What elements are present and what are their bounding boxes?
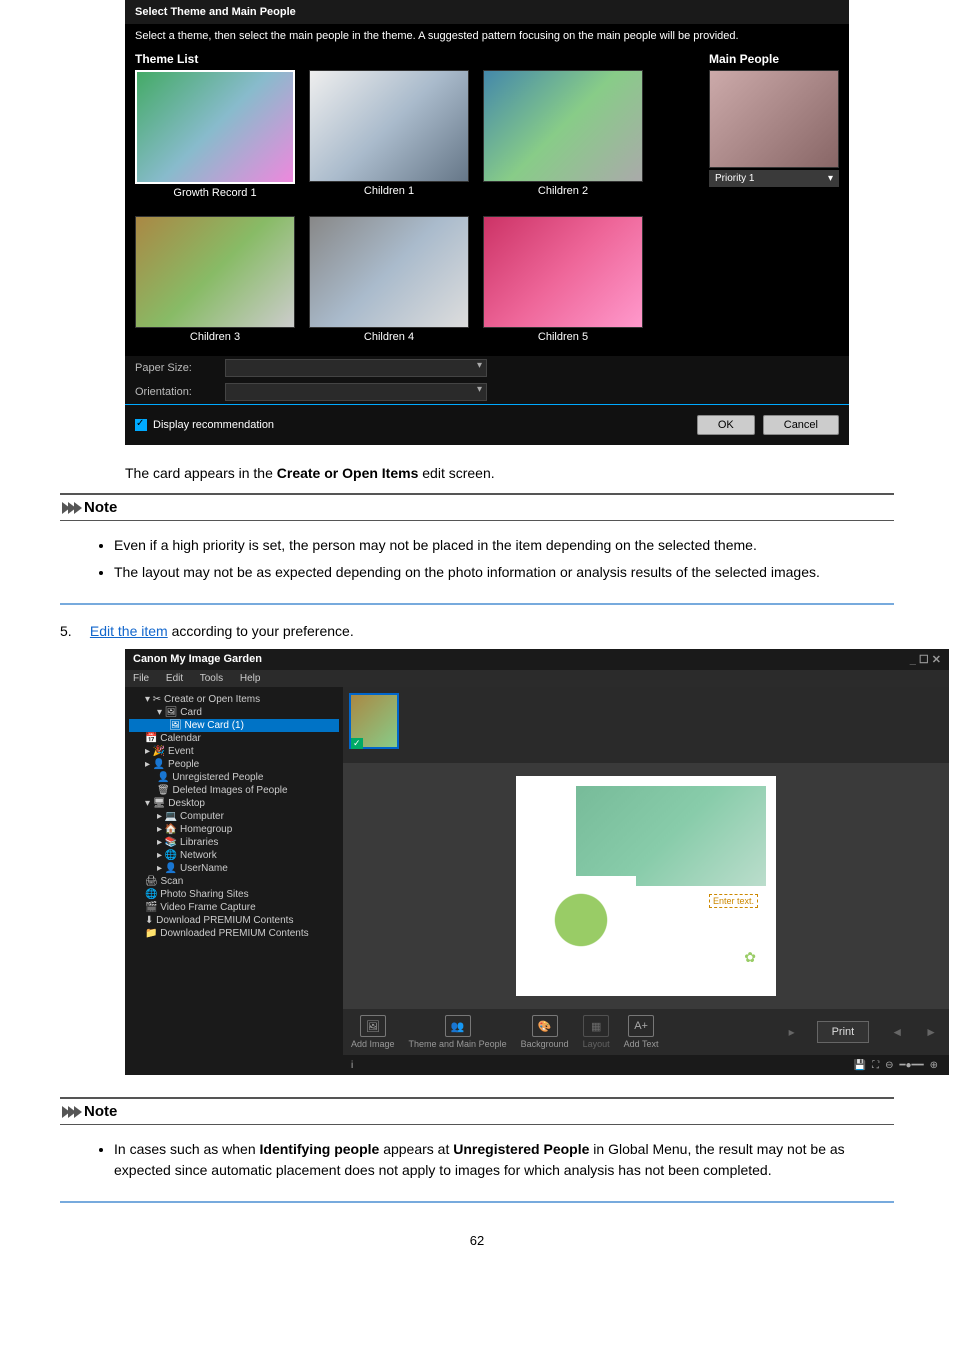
edit-item-link[interactable]: Edit the item bbox=[90, 623, 168, 639]
app-window: Canon My Image Garden _ ☐ ✕ File Edit Too… bbox=[125, 649, 949, 1075]
add-text-button[interactable]: A+Add Text bbox=[624, 1015, 659, 1049]
tree-deleted[interactable]: 🗑 Deleted Images of People bbox=[129, 784, 339, 797]
note-title: Note bbox=[84, 1103, 117, 1120]
tree-card[interactable]: ▾ 🖼 Card bbox=[129, 706, 339, 719]
nav-tree[interactable]: ▾ ✂ Create or Open Items ▾ 🖼 Card 🖼 New … bbox=[125, 687, 343, 1075]
tree-dledprem[interactable]: 📁 Downloaded PREMIUM Contents bbox=[129, 927, 339, 940]
main-people-photo bbox=[709, 70, 839, 168]
menu-tools[interactable]: Tools bbox=[200, 673, 223, 684]
info-icon[interactable]: i bbox=[351, 1060, 353, 1071]
add-image-button[interactable]: 🖼Add Image bbox=[351, 1015, 395, 1049]
window-controls[interactable]: _ ☐ ✕ bbox=[910, 653, 941, 666]
note-chevrons-icon bbox=[62, 502, 80, 514]
note-item: Even if a high priority is set, the pers… bbox=[114, 535, 884, 556]
theme-item[interactable]: Children 2 bbox=[483, 70, 643, 202]
theme-item[interactable]: Children 5 bbox=[483, 216, 643, 346]
tree-calendar[interactable]: 📅 Calendar bbox=[129, 732, 339, 745]
tree-libraries[interactable]: ▸ 📚 Libraries bbox=[129, 836, 339, 849]
priority-select[interactable]: Priority 1▾ bbox=[709, 170, 839, 187]
ok-button[interactable]: OK bbox=[697, 415, 755, 435]
next-icon[interactable]: ► bbox=[921, 1025, 941, 1039]
expand-icon[interactable]: ▸ bbox=[785, 1025, 799, 1039]
theme-dialog: Select Theme and Main People Select a th… bbox=[125, 0, 849, 445]
note-box: Note Even if a high priority is set, the… bbox=[60, 493, 894, 605]
note-box: Note In cases such as when Identifying p… bbox=[60, 1097, 894, 1203]
step-5: 5. Edit the item according to your prefe… bbox=[60, 623, 894, 639]
tree-event[interactable]: ▸ 🎉 Event bbox=[129, 745, 339, 758]
menu-bar[interactable]: File Edit Tools Help bbox=[125, 670, 949, 687]
enter-text-placeholder[interactable]: Enter text. bbox=[709, 894, 758, 908]
tree-scan[interactable]: 🖨 Scan bbox=[129, 875, 339, 888]
prev-icon[interactable]: ◄ bbox=[887, 1025, 907, 1039]
orientation-label: Orientation: bbox=[135, 386, 225, 398]
zoom-out-icon[interactable]: ⊖ bbox=[885, 1060, 893, 1071]
orientation-select[interactable] bbox=[225, 383, 487, 401]
note-item: The layout may not be as expected depend… bbox=[114, 562, 884, 583]
menu-edit[interactable]: Edit bbox=[166, 673, 183, 684]
tree-desktop[interactable]: ▾ 🖥 Desktop bbox=[129, 797, 339, 810]
theme-list-label: Theme List bbox=[135, 52, 699, 66]
menu-help[interactable]: Help bbox=[240, 673, 261, 684]
tree-new-card[interactable]: 🖼 New Card (1) bbox=[129, 719, 339, 732]
tree-video[interactable]: 🎬 Video Frame Capture bbox=[129, 901, 339, 914]
paper-size-label: Paper Size: bbox=[135, 362, 225, 374]
card-appears-text: The card appears in the Create or Open I… bbox=[125, 465, 894, 481]
decoration-icon: ✿ bbox=[744, 949, 756, 966]
zoom-in-icon[interactable]: ⊕ bbox=[930, 1060, 938, 1071]
save-icon[interactable]: 💾 bbox=[854, 1060, 866, 1071]
note-chevrons-icon bbox=[62, 1106, 80, 1118]
tree-dlprem[interactable]: ⬇ Download PREMIUM Contents bbox=[129, 914, 339, 927]
cancel-button[interactable]: Cancel bbox=[763, 415, 839, 435]
tree-homegroup[interactable]: ▸ 🏠 Homegroup bbox=[129, 823, 339, 836]
display-rec-label: Display recommendation bbox=[153, 419, 274, 431]
editor-canvas[interactable]: Enter text. ✿ bbox=[343, 763, 949, 1009]
main-people-label: Main People bbox=[709, 52, 839, 66]
card-preview: Enter text. ✿ bbox=[516, 776, 776, 996]
thumbnail-bar[interactable] bbox=[343, 687, 949, 763]
page-number: 62 bbox=[60, 1233, 894, 1248]
chevron-down-icon: ▾ bbox=[828, 173, 833, 184]
app-title: Canon My Image Garden bbox=[133, 653, 262, 666]
layout-button[interactable]: ▦Layout bbox=[583, 1015, 610, 1049]
theme-item[interactable]: Growth Record 1 bbox=[135, 70, 295, 202]
tree-network[interactable]: ▸ 🌐 Network bbox=[129, 849, 339, 862]
card-thumbnail[interactable] bbox=[349, 693, 399, 749]
tree-create[interactable]: ▾ ✂ Create or Open Items bbox=[129, 693, 339, 706]
bottom-toolbar: 🖼Add Image 👥Theme and Main People 🎨Backg… bbox=[343, 1009, 949, 1055]
tree-people[interactable]: ▸ 👤 People bbox=[129, 758, 339, 771]
status-bar: i 💾 ⛶ ⊖ ━●━━ ⊕ bbox=[343, 1055, 949, 1075]
theme-item[interactable]: Children 4 bbox=[309, 216, 469, 346]
background-button[interactable]: 🎨Background bbox=[521, 1015, 569, 1049]
theme-item[interactable]: Children 3 bbox=[135, 216, 295, 346]
print-button[interactable]: Print bbox=[817, 1021, 870, 1043]
tree-photoshare[interactable]: 🌐 Photo Sharing Sites bbox=[129, 888, 339, 901]
note-item: In cases such as when Identifying people… bbox=[114, 1139, 884, 1181]
note-title: Note bbox=[84, 499, 117, 516]
zoom-slider[interactable]: ━●━━ bbox=[900, 1060, 924, 1071]
tree-computer[interactable]: ▸ 💻 Computer bbox=[129, 810, 339, 823]
fit-icon[interactable]: ⛶ bbox=[872, 1060, 879, 1071]
theme-item[interactable]: Children 1 bbox=[309, 70, 469, 202]
display-rec-checkbox[interactable] bbox=[135, 419, 147, 431]
theme-button[interactable]: 👥Theme and Main People bbox=[409, 1015, 507, 1049]
dialog-title: Select Theme and Main People bbox=[125, 0, 849, 24]
dialog-subtitle: Select a theme, then select the main peo… bbox=[125, 24, 849, 48]
paper-size-select[interactable] bbox=[225, 359, 487, 377]
menu-file[interactable]: File bbox=[133, 673, 149, 684]
tree-username[interactable]: ▸ 👤 UserName bbox=[129, 862, 339, 875]
tree-unreg[interactable]: 👤 Unregistered People bbox=[129, 771, 339, 784]
